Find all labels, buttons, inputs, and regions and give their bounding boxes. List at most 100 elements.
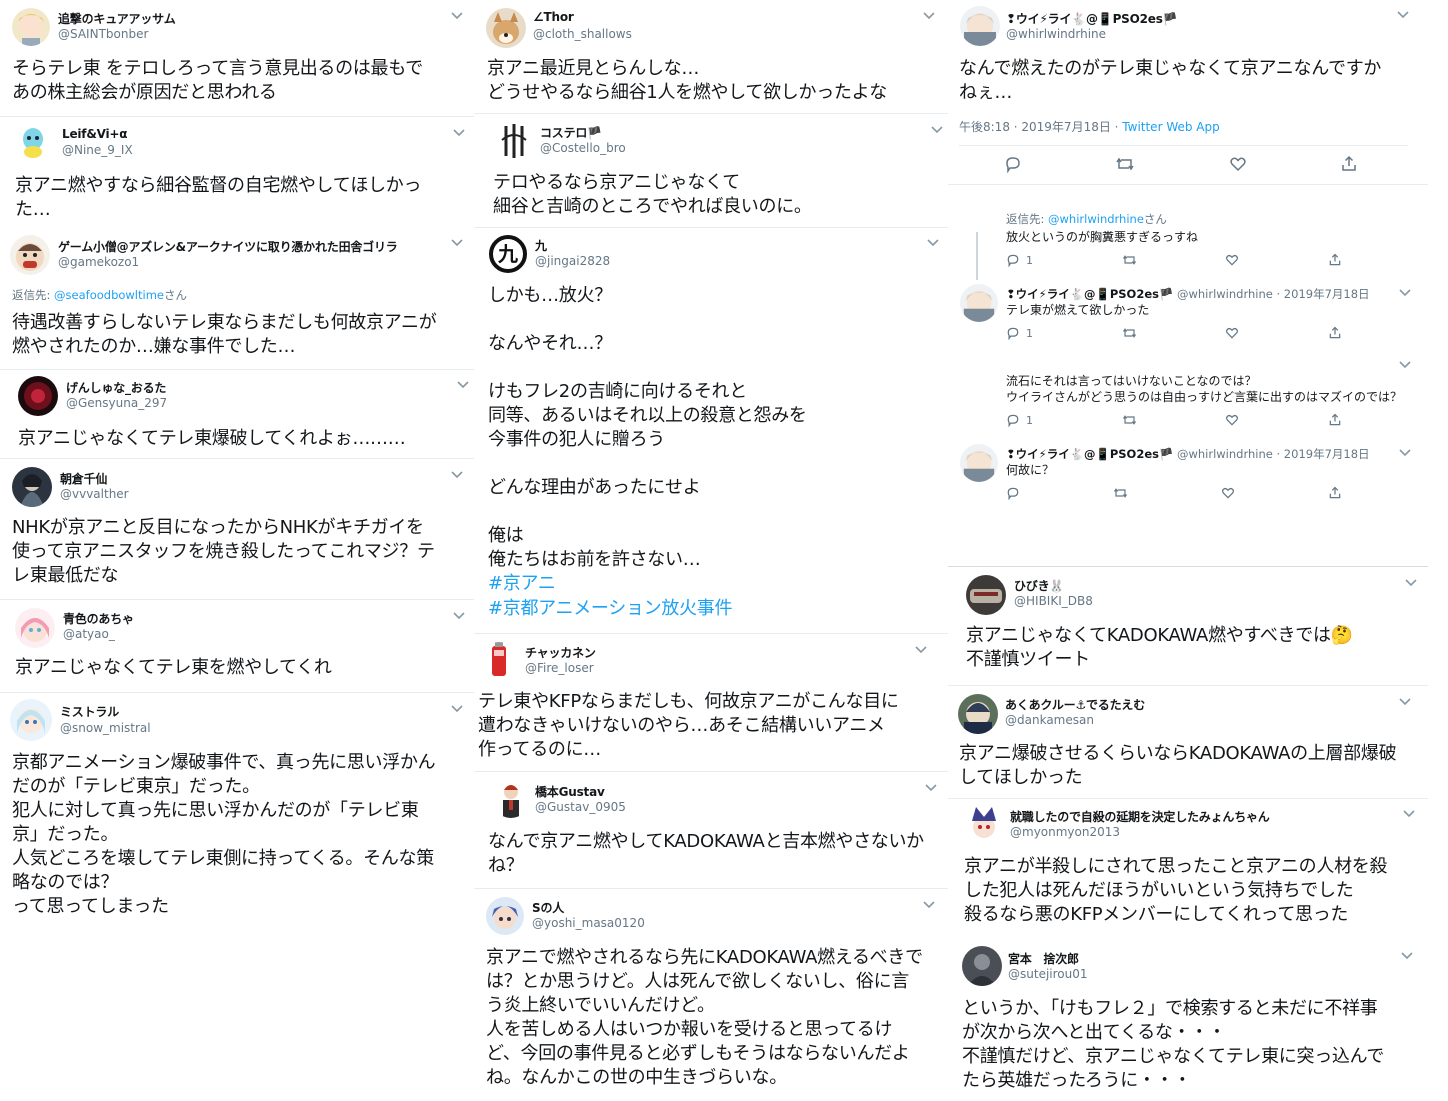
retweet-icon[interactable] [1122,413,1137,427]
user-handle[interactable]: @atyao_ [63,627,115,641]
share-icon[interactable] [1340,155,1358,173]
avatar[interactable] [16,125,50,159]
avatar[interactable]: 九 [488,234,528,274]
avatar[interactable] [958,694,998,734]
avatar[interactable] [12,467,52,507]
tweet[interactable]: Sの人 @yoshi_masa0120 京アニで燃やされるなら先にKADOKAW… [474,889,948,1101]
tweet[interactable]: 宮本 捨次郎 @sutejirou01 というか、「けもフレ２」で検索すると未だ… [948,940,1428,1101]
tweet[interactable]: ∠Thor @cloth_shallows 京アニ最近見とらんしな… どうせやる… [474,0,948,113]
tweet[interactable]: 就職したので自殺の延期を決定したみょんちゃん @myonmyon2013 京アニ… [948,799,1428,939]
avatar[interactable] [15,608,55,648]
chevron-down-icon[interactable] [1398,359,1412,371]
chevron-down-icon[interactable] [450,703,464,715]
user-handle[interactable]: @whirlwindrhine [1006,27,1106,41]
user-handle[interactable]: @vvvalther [60,487,129,501]
display-name[interactable]: ❢ウイ⚡ライ🐇@📱PSO2es🏴 [1006,10,1178,27]
retweet-icon[interactable] [1113,486,1128,500]
share-icon[interactable] [1328,326,1342,340]
avatar[interactable] [18,376,58,416]
display-name[interactable]: 朝倉千仙 [60,470,107,487]
retweet-icon[interactable] [1122,326,1137,340]
focused-tweet[interactable]: ❢ウイ⚡ライ🐇@📱PSO2es🏴 @whirlwindrhine なんで燃えたの… [948,0,1428,184]
user-handle[interactable]: @dankamesan [1005,713,1094,727]
reply-icon[interactable]: 1 [1006,413,1033,427]
display-name[interactable]: ミストラル [60,703,119,720]
tweet[interactable]: 朝倉千仙 @vvvalther NHKが京アニと反目になったからNHKがキチガイ… [0,459,474,599]
chevron-down-icon[interactable] [452,610,466,622]
tweet[interactable]: ひびき🐰 @HIBIKI_DB8 京アニじゃなくてKADOKAWA燃やすべきでは… [948,567,1428,685]
display-name[interactable]: ❢ウイ⚡ライ🐇@📱PSO2es🏴 [1006,287,1173,301]
user-handle[interactable]: @HIBIKI_DB8 [1014,594,1093,608]
user-handle[interactable]: @Costello_bro [540,141,626,155]
user-handle[interactable]: @whirlwindrhine · 2019年7月18日 [1177,287,1370,301]
heart-icon[interactable] [1225,326,1239,340]
chevron-down-icon[interactable] [450,237,464,249]
avatar[interactable] [964,805,1004,845]
avatar[interactable] [492,780,530,818]
user-handle[interactable]: @whirlwindrhine · 2019年7月18日 [1177,447,1370,461]
chevron-down-icon[interactable] [924,782,938,794]
chevron-down-icon[interactable] [450,469,464,481]
tweet[interactable]: あくあクルー⚓でるたえむ @dankamesan 京アニ爆破させるくらいならKA… [948,686,1428,798]
user-handle[interactable]: @SAINTbonber [58,27,148,41]
share-icon[interactable] [1328,413,1342,427]
display-name[interactable]: Sの人 [532,899,564,916]
reply-user-link[interactable]: @seafoodbowltime [54,288,164,302]
display-name[interactable]: ひびき🐰 [1014,577,1064,594]
chevron-down-icon[interactable] [922,10,936,22]
avatar[interactable] [12,8,50,46]
tweet[interactable]: げんしゅな_おるた @Gensyuna_297 京アニじゃなくてテレ東爆破してく… [0,370,474,458]
display-name[interactable]: 就職したので自殺の延期を決定したみょんちゃん [1010,808,1270,825]
tweet[interactable]: チャッカネン @Fire_loser テレ東やKFPならまだしも、何故京アニがこ… [474,634,948,771]
chevron-down-icon[interactable] [1398,696,1412,708]
avatar[interactable] [10,235,50,275]
user-handle[interactable]: @cloth_shallows [533,27,632,41]
display-name[interactable]: 宮本 捨次郎 [1008,950,1079,967]
user-handle[interactable]: @sutejirou01 [1008,967,1088,981]
display-name[interactable]: 追撃のキュアアッサム [58,10,176,27]
display-name[interactable]: ゲーム小僧@アズレン&アークナイツに取り憑かれた田舎ゴリラ [58,238,398,255]
chevron-down-icon[interactable] [1396,9,1410,21]
user-handle[interactable]: @Gensyuna_297 [66,396,167,410]
source-app-link[interactable]: Twitter Web App [1122,120,1219,134]
chevron-down-icon[interactable] [452,127,466,139]
tweet[interactable]: 橋本Gustav @Gustav_0905 なんで京アニ燃やしてKADOKAWA… [474,772,948,888]
avatar[interactable] [960,6,1000,46]
chevron-down-icon[interactable] [1402,808,1416,820]
heart-icon[interactable] [1221,486,1235,500]
avatar[interactable] [10,699,52,741]
heart-icon[interactable] [1225,413,1239,427]
display-name[interactable]: げんしゅな_おるた [66,379,166,396]
avatar[interactable] [486,897,524,935]
avatar[interactable] [960,444,998,482]
display-name[interactable]: ∠Thor [533,10,574,24]
user-handle[interactable]: @gamekozo1 [58,255,139,269]
reply-user-link[interactable]: @whirlwindrhine [1048,212,1144,226]
user-handle[interactable]: @snow_mistral [60,721,151,735]
display-name[interactable]: 青色のあちゃ [63,610,134,627]
avatar[interactable] [486,8,526,48]
display-name[interactable]: Leif&Vi+α [62,127,127,141]
chevron-down-icon[interactable] [930,124,944,136]
user-handle[interactable]: @jingai2828 [535,254,610,268]
retweet-icon[interactable] [1122,253,1137,267]
reply-icon[interactable] [1006,486,1020,500]
avatar[interactable] [962,946,1002,986]
hashtag-link[interactable]: #京アニ [488,572,556,596]
chevron-down-icon[interactable] [1398,447,1412,459]
tweet[interactable]: 九 九 @jingai2828 しかも…放火？ なんやそれ…？ けもフレ2の吉崎… [474,228,948,633]
retweet-icon[interactable] [1115,155,1135,173]
display-name[interactable]: 九 [535,237,547,254]
tweet[interactable]: ミストラル @snow_mistral 京都アニメーション爆破事件で、真っ先に思… [0,693,474,933]
reply-icon[interactable] [1004,155,1022,173]
chevron-down-icon[interactable] [1404,577,1418,589]
tweet[interactable]: 追撃のキュアアッサム @SAINTbonber そらテレ東 をテロしろって言う意… [0,0,474,116]
tweet[interactable]: 青色のあちゃ @atyao_ 京アニじゃなくてテレ東を燃やしてくれ [0,600,474,692]
display-name[interactable]: 橋本Gustav [535,783,605,800]
share-icon[interactable] [1328,253,1342,267]
display-name[interactable]: チャッカネン [525,644,596,661]
display-name[interactable]: ❢ウイ⚡ライ🐇@📱PSO2es🏴 [1006,447,1173,461]
avatar[interactable] [966,575,1006,615]
hashtag-link[interactable]: #京都アニメーション放火事件 [488,597,732,621]
heart-icon[interactable] [1225,253,1239,267]
